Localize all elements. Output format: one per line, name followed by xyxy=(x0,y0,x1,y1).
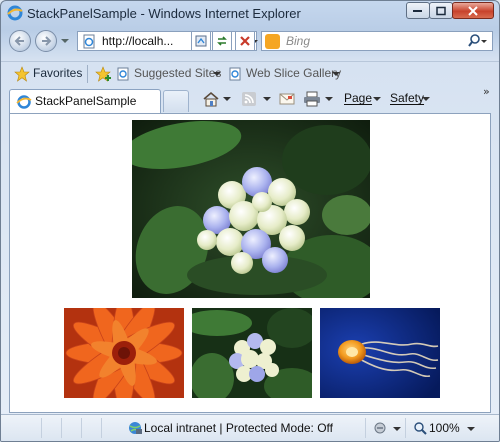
title-bar: StackPanelSample - Windows Internet Expl… xyxy=(1,1,499,25)
magnifier-icon[interactable] xyxy=(468,34,488,48)
more-commands-chevron-icon[interactable]: » xyxy=(483,85,490,98)
stop-icon xyxy=(240,36,250,46)
favorites-separator xyxy=(87,65,88,83)
zoom-magnifier-icon xyxy=(414,422,427,435)
ie-page-icon xyxy=(16,95,32,109)
window-title: StackPanelSample - Windows Internet Expl… xyxy=(27,6,301,21)
safety-dropdown-icon[interactable] xyxy=(422,97,430,102)
status-bar: Local intranet | Protected Mode: Off 100… xyxy=(1,414,499,441)
web-slice-icon xyxy=(229,67,241,81)
page-menu-button[interactable]: Page xyxy=(344,91,372,105)
compatibility-view-button[interactable] xyxy=(191,31,211,51)
status-dropdown-icon[interactable] xyxy=(393,427,401,432)
web-slice-gallery-button[interactable]: Web Slice Gallery xyxy=(246,66,341,80)
rss-feed-icon[interactable] xyxy=(241,91,257,107)
status-divider xyxy=(61,418,62,438)
search-box[interactable]: Bing xyxy=(261,31,493,51)
maximize-button[interactable] xyxy=(429,2,453,19)
print-dropdown-icon[interactable] xyxy=(325,97,333,102)
ie-logo-icon xyxy=(7,5,23,21)
forward-arrow-icon xyxy=(42,36,52,46)
mail-icon[interactable] xyxy=(279,91,295,107)
browser-window: StackPanelSample - Windows Internet Expl… xyxy=(0,0,500,442)
home-dropdown-icon[interactable] xyxy=(223,97,231,102)
refresh-button[interactable] xyxy=(212,31,232,51)
stop-button[interactable] xyxy=(235,31,255,51)
dahlia-thumbnail xyxy=(64,308,184,398)
forward-button[interactable] xyxy=(35,30,57,52)
favorites-star-icon xyxy=(14,66,30,82)
web-slice-dropdown-icon[interactable] xyxy=(332,72,340,77)
page-content xyxy=(9,113,491,413)
close-button[interactable] xyxy=(452,2,494,19)
tab-stackpanelsample[interactable]: StackPanelSample xyxy=(9,89,161,113)
security-zone-text: Local intranet | Protected Mode: Off xyxy=(144,421,333,435)
pop-up-blocker-icon[interactable] xyxy=(373,421,389,435)
compatibility-view-icon xyxy=(195,35,207,47)
zoom-level[interactable]: 100% xyxy=(429,421,460,435)
status-divider xyxy=(81,418,82,438)
favorites-button[interactable]: Favorites xyxy=(33,66,82,80)
printer-icon[interactable] xyxy=(303,91,321,107)
feeds-dropdown-icon[interactable] xyxy=(263,97,271,102)
status-divider xyxy=(365,418,366,438)
zoom-dropdown-icon[interactable] xyxy=(467,427,475,432)
status-divider xyxy=(101,418,102,438)
suggested-sites-dropdown-icon[interactable] xyxy=(213,72,221,77)
recent-pages-dropdown-icon[interactable] xyxy=(61,39,69,44)
search-placeholder: Bing xyxy=(286,34,311,48)
bing-icon xyxy=(265,34,280,49)
status-divider xyxy=(405,418,406,438)
suggested-sites-button[interactable]: Suggested Sites xyxy=(134,66,221,80)
back-button[interactable] xyxy=(9,30,31,52)
new-tab-button[interactable] xyxy=(163,90,189,112)
page-icon xyxy=(83,34,95,49)
refresh-icon xyxy=(217,36,227,46)
minimize-button[interactable] xyxy=(406,2,430,19)
back-arrow-icon xyxy=(14,36,24,46)
tab-label: StackPanelSample xyxy=(35,94,137,108)
home-icon[interactable] xyxy=(202,91,220,107)
add-to-favorites-icon[interactable] xyxy=(95,66,113,82)
jellyfish-thumbnail xyxy=(320,308,440,398)
address-url: http://localh... xyxy=(102,34,174,48)
tab-row: StackPanelSample Page Safety » xyxy=(1,85,499,113)
main-hydrangea-image xyxy=(132,120,370,298)
favorites-bar: Favorites Suggested Sites Web Slice Gall… xyxy=(1,61,499,86)
page-dropdown-icon[interactable] xyxy=(373,97,381,102)
navigation-bar: http://localh... Bing xyxy=(1,27,499,57)
hydrangea-thumbnail xyxy=(192,308,312,398)
intranet-zone-icon[interactable] xyxy=(127,420,143,436)
status-divider xyxy=(41,418,42,438)
suggested-sites-icon xyxy=(117,67,129,81)
safety-menu-button[interactable]: Safety xyxy=(390,91,424,105)
